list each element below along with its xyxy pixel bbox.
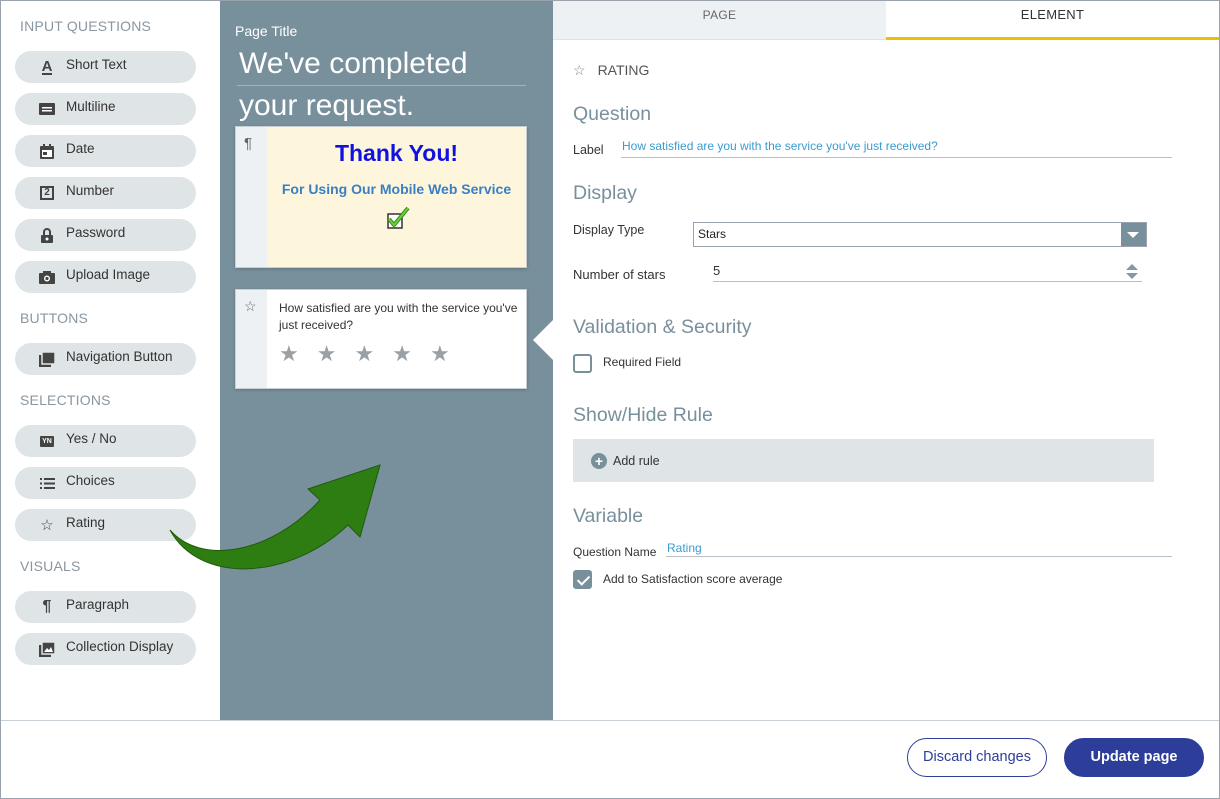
label-field-label: Label (573, 143, 604, 157)
palette-item-label: Upload Image (66, 267, 151, 282)
thank-you-heading: Thank You! (334, 140, 459, 166)
gallery-icon (38, 640, 56, 658)
yes-no-icon: YN (40, 435, 54, 447)
paragraph-icon: ¶ (244, 135, 253, 152)
drag-arrow-icon (169, 464, 381, 570)
section-visuals: VISUALS (20, 558, 81, 574)
palette-item-label: Navigation Button (66, 349, 173, 364)
palette-item-label: Multiline (66, 99, 116, 114)
property-tabs: PAGE ELEMENT (553, 1, 1219, 40)
element-palette: INPUT QUESTIONS A Short Text Multiline D… (1, 1, 220, 720)
star-icon[interactable]: ★ (279, 343, 299, 365)
rating-stars[interactable]: ★ ★ ★ ★ ★ (279, 343, 450, 365)
section-question: Question (573, 103, 652, 125)
stepper-icon[interactable] (1126, 263, 1138, 281)
satisfaction-average-checkbox[interactable] (573, 570, 592, 589)
palette-item-label: Password (66, 225, 126, 240)
thank-you-subheading: For Using Our Mobile Web Service (281, 181, 512, 197)
star-icon: ☆ (573, 62, 586, 78)
palette-item-label: Yes / No (66, 431, 117, 446)
star-icon: ☆ (40, 517, 54, 534)
paragraph-content: Thank You! For Using Our Mobile Web Serv… (267, 127, 526, 267)
checkmark-icon (267, 205, 526, 238)
camera-icon (38, 268, 56, 286)
display-type-value: Stars (698, 227, 727, 241)
properties-panel: PAGE ELEMENT ☆ RATING Question Label How … (553, 1, 1219, 720)
palette-item-label: Date (66, 141, 95, 156)
star-icon[interactable]: ★ (392, 343, 412, 365)
section-buttons: BUTTONS (20, 310, 89, 326)
tab-page[interactable]: PAGE (553, 1, 886, 40)
number-of-stars-label: Number of stars (573, 267, 666, 282)
palette-item-password[interactable]: Password (15, 219, 196, 251)
number-of-stars-input[interactable]: 5 (713, 263, 1142, 282)
palette-item-upload-image[interactable]: Upload Image (15, 261, 196, 293)
page-canvas: Page Title We've completed your request.… (220, 1, 553, 720)
paragraph-card[interactable]: ¶ Thank You! For Using Our Mobile Web Se… (235, 126, 527, 268)
palette-item-multiline[interactable]: Multiline (15, 93, 196, 125)
star-icon[interactable]: ★ (354, 343, 374, 365)
section-variable: Variable (573, 505, 644, 527)
star-icon[interactable]: ★ (430, 343, 450, 365)
palette-item-label: Number (66, 183, 115, 198)
number-of-stars-value: 5 (713, 263, 721, 278)
rule-container: + Add rule (573, 439, 1154, 482)
lock-icon (38, 226, 56, 244)
calendar-icon (38, 142, 56, 160)
palette-item-label: Collection Display (66, 639, 174, 654)
palette-item-label: Paragraph (66, 597, 130, 612)
multiline-icon (38, 100, 56, 118)
footer-bar: Discard changes Update page (1, 720, 1219, 798)
update-page-button[interactable]: Update page (1064, 738, 1204, 777)
tab-element[interactable]: ELEMENT (886, 1, 1219, 40)
element-type-label: RATING (597, 62, 650, 78)
add-rule-button[interactable]: + Add rule (591, 453, 660, 469)
label-input[interactable]: How satisfied are you with the service y… (621, 139, 1172, 158)
display-type-label: Display Type (573, 223, 645, 237)
question-name-input[interactable]: Rating (666, 541, 1172, 557)
star-icon: ☆ (244, 298, 257, 314)
star-icon[interactable]: ★ (317, 343, 337, 365)
add-rule-label: Add rule (613, 454, 660, 468)
add-icon: + (591, 453, 607, 469)
palette-item-date[interactable]: Date (15, 135, 196, 167)
selection-pointer (533, 320, 553, 360)
page-title-line: We've completed (239, 47, 468, 80)
section-show-hide-rule: Show/Hide Rule (573, 404, 713, 426)
element-type: ☆ RATING (573, 62, 649, 79)
satisfaction-average-label: Add to Satisfaction score average (603, 572, 783, 586)
display-type-select[interactable]: Stars (693, 222, 1147, 247)
required-field-label: Required Field (603, 355, 682, 369)
paragraph-icon: ¶ (42, 598, 52, 615)
section-input-questions: INPUT QUESTIONS (20, 18, 152, 34)
discard-changes-button[interactable]: Discard changes (907, 738, 1047, 777)
palette-item-collection-display[interactable]: Collection Display (15, 633, 196, 665)
section-selections: SELECTIONS (20, 392, 111, 408)
palette-item-number[interactable]: 2 Number (15, 177, 196, 209)
palette-item-paragraph[interactable]: ¶ Paragraph (15, 591, 196, 623)
required-field-checkbox[interactable] (573, 354, 592, 373)
list-icon (38, 474, 56, 492)
chevron-down-icon[interactable] (1121, 223, 1146, 246)
question-name-label: Question Name (573, 545, 657, 559)
page-title-underline (237, 85, 526, 86)
palette-item-label: Rating (66, 515, 106, 530)
palette-item-label: Choices (66, 473, 115, 488)
section-display: Display (573, 182, 637, 204)
rating-card[interactable]: ☆ How satisfied are you with the service… (235, 289, 527, 389)
page-title-line: your request. (239, 89, 415, 122)
palette-item-yes-no[interactable]: YN Yes / No (15, 425, 196, 457)
number-icon: 2 (38, 184, 56, 202)
navigation-button-icon (38, 350, 56, 368)
rating-question-text: How satisfied are you with the service y… (279, 301, 518, 332)
palette-item-navigation-button[interactable]: Navigation Button (15, 343, 196, 375)
text-format-icon: A (41, 57, 53, 75)
palette-item-short-text[interactable]: A Short Text (15, 51, 196, 83)
section-validation: Validation & Security (573, 316, 752, 338)
palette-item-label: Short Text (66, 57, 127, 72)
page-title-label: Page Title (235, 23, 298, 39)
